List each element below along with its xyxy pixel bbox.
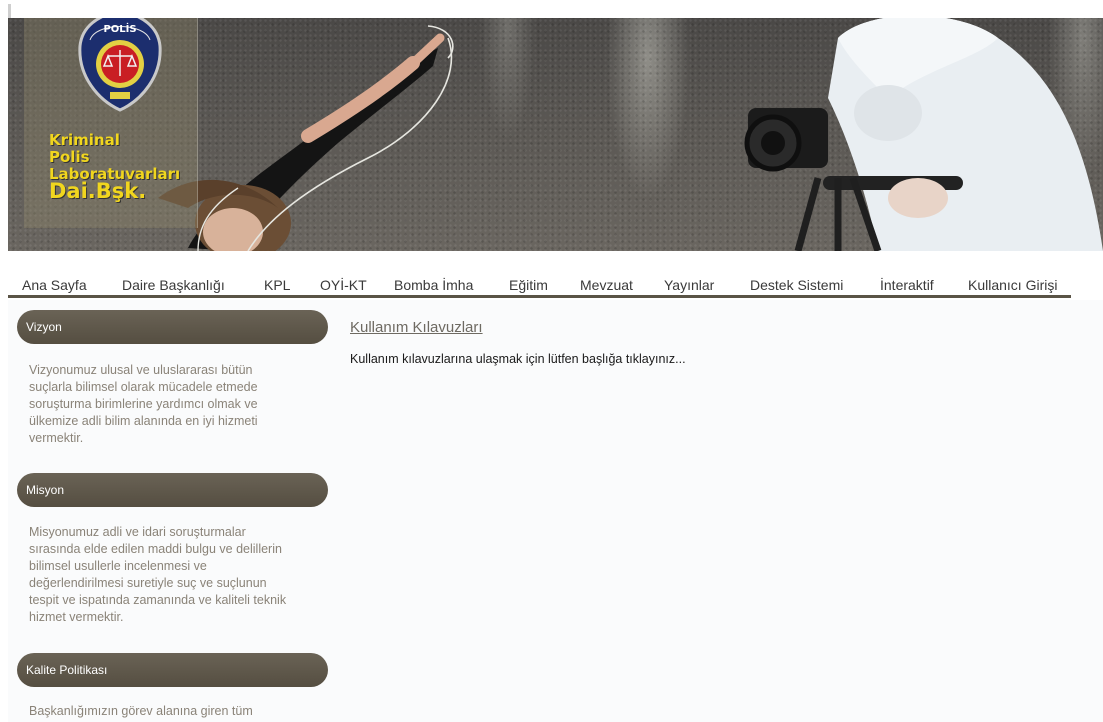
sidebar-text-kalite-politikasi: Başkanlığımızın görev alanına giren tüm: [29, 703, 321, 720]
nav-kullanici-girisi[interactable]: Kullanıcı Girişi: [968, 277, 1057, 293]
top-strip-mark: [8, 4, 11, 18]
nav-daire-baskanligi[interactable]: Daire Başkanlığı: [122, 277, 225, 293]
nav-kpl[interactable]: KPL: [264, 277, 290, 293]
text-line: soruşturma birimlerine yardımcı olmak ve: [29, 397, 258, 411]
nav-egitim[interactable]: Eğitim: [509, 277, 548, 293]
main-nav: Ana Sayfa Daire Başkanlığı KPL OYİ-KT Bo…: [8, 274, 1071, 298]
nav-mevzuat[interactable]: Mevzuat: [580, 277, 633, 293]
badge-text: POLİS: [103, 21, 136, 35]
nav-ana-sayfa[interactable]: Ana Sayfa: [22, 277, 87, 293]
nav-oyi-kt[interactable]: OYİ-KT: [320, 277, 367, 293]
sidebar-text-misyon: Misyonumuz adli ve idari soruşturmalar s…: [29, 524, 321, 626]
forensic-photographer-illustration: [744, 18, 1103, 251]
logo-panel[interactable]: POLİS Kriminal Polis Laboratuvarları Dai…: [24, 18, 198, 228]
institution-name: Kriminal Polis Laboratuvarları Dai.Bşk.: [49, 131, 180, 203]
logo-line-4: Dai.Bşk.: [49, 179, 147, 203]
logo-line-1: Kriminal: [49, 131, 120, 149]
sidebar-text-vizyon: Vizyonumuz ulusal ve uluslararası bütün …: [29, 362, 321, 447]
text-line: Misyonumuz adli ve idari soruşturmalar: [29, 525, 246, 539]
content-area: Vizyon Vizyonumuz ulusal ve uluslararası…: [8, 300, 1103, 722]
police-badge-icon: POLİS: [78, 18, 162, 112]
text-line: Başkanlığımızın görev alanına giren tüm: [29, 704, 253, 718]
sidebar-header-vizyon[interactable]: Vizyon: [17, 310, 328, 344]
text-line: suçlarla bilimsel olarak mücadele etmede: [29, 380, 258, 394]
text-line: sırasında elde edilen maddi bulgu ve del…: [29, 542, 282, 556]
top-strip: [0, 0, 1103, 18]
nav-bomba-imha[interactable]: Bomba İmha: [394, 277, 473, 293]
page-title-link[interactable]: Kullanım Kılavuzları: [350, 319, 483, 336]
page-description: Kullanım kılavuzlarına ulaşmak için lütf…: [350, 352, 686, 366]
text-line: bilimsel usullerle incelenmesi ve: [29, 559, 207, 573]
sidebar-header-misyon[interactable]: Misyon: [17, 473, 328, 507]
nav-destek-sistemi[interactable]: Destek Sistemi: [750, 277, 843, 293]
text-line: tespit ve ispatında zamanında ve kalitel…: [29, 593, 287, 607]
logo-line-2: Polis: [49, 148, 90, 166]
text-line: ülkemize adli bilim alanında en iyi hizm…: [29, 414, 258, 428]
text-line: değerlendirilmesi suretiyle suç ve suçlu…: [29, 576, 267, 590]
text-line: vermektir.: [29, 431, 84, 445]
text-line: hizmet vermektir.: [29, 610, 124, 624]
nav-yayinlar[interactable]: Yayınlar: [664, 277, 714, 293]
text-line: Vizyonumuz ulusal ve uluslararası bütün: [29, 363, 253, 377]
nav-interaktif[interactable]: İnteraktif: [880, 277, 934, 293]
header-banner: POLİS Kriminal Polis Laboratuvarları Dai…: [8, 18, 1103, 251]
sidebar-header-kalite-politikasi[interactable]: Kalite Politikası: [17, 653, 328, 687]
